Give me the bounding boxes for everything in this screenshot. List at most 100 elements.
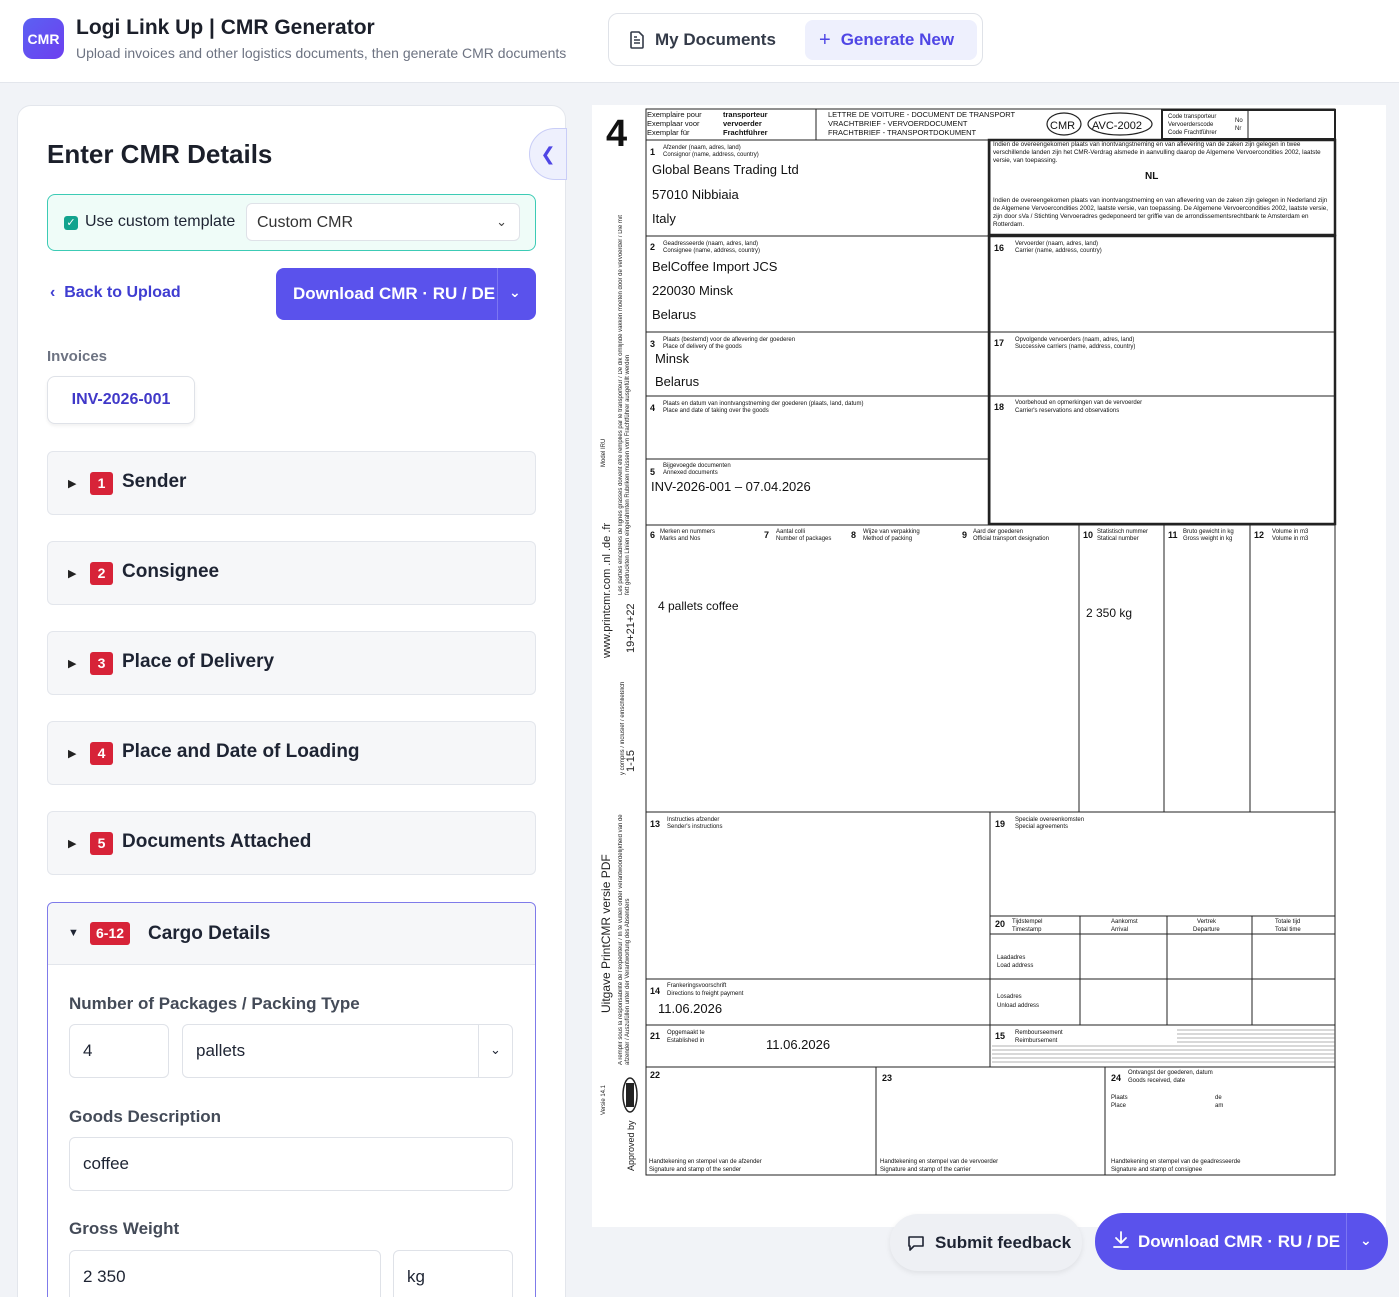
- timestamp-col: Departure: [1193, 927, 1220, 933]
- svg-text:14: 14: [650, 986, 660, 996]
- freight-payment-value: 11.06.2026: [658, 1001, 722, 1016]
- section-number: 5: [90, 832, 113, 855]
- plus-icon: +: [819, 28, 831, 51]
- signature-label: Handtekening en stempel van de afzender: [649, 1159, 762, 1165]
- document-icon: [630, 31, 644, 49]
- back-to-upload-label: Back to Upload: [64, 284, 181, 301]
- field-label: Consignor (name, address, country): [663, 152, 759, 158]
- field-label: Carrier (name, address, country): [1015, 248, 1102, 254]
- svg-text:24: 24: [1111, 1073, 1121, 1083]
- field-label: Statistisch nummer: [1097, 529, 1148, 535]
- signature-label: Signature and stamp of the sender: [649, 1167, 741, 1173]
- svg-text:11: 11: [1168, 530, 1178, 540]
- field-label: Special agreements: [1015, 824, 1068, 830]
- svg-text:13: 13: [650, 819, 660, 829]
- established-date-value: 11.06.2026: [766, 1037, 830, 1052]
- goods-description-input[interactable]: coffee: [69, 1137, 513, 1191]
- approved-label: Approved by: [626, 1120, 636, 1171]
- floating-download-cmr-button[interactable]: Download CMR · RU / DE ⌄: [1095, 1213, 1388, 1270]
- field-label: Tijdstempel: [1012, 919, 1042, 925]
- section-consignee[interactable]: ▶ 2 Consignee: [47, 541, 536, 605]
- cmr-clause-1: Indien de overeengekomen plaats van inon…: [993, 141, 1321, 164]
- nav-generate-new[interactable]: + Generate New: [805, 20, 977, 60]
- template-checkbox-label: Use custom template: [85, 213, 236, 230]
- chevron-down-icon[interactable]: ⌄: [1360, 1232, 1372, 1249]
- goods-line: 4 pallets coffee: [658, 599, 739, 613]
- gross-weight-input[interactable]: 2 350: [69, 1250, 381, 1297]
- section-title: Documents Attached: [122, 831, 312, 852]
- top-nav: My Documents + Generate New: [608, 13, 983, 66]
- svg-text:5: 5: [650, 467, 655, 477]
- field-label: Method of packing: [863, 536, 912, 542]
- section-title: Consignee: [122, 561, 220, 582]
- invoice-chip[interactable]: INV-2026-001: [47, 376, 195, 424]
- caret-right-icon: ▶: [68, 478, 77, 490]
- gross-weight-label: Gross Weight: [69, 1219, 180, 1238]
- svg-text:10: 10: [1083, 530, 1093, 540]
- download-icon: [1113, 1231, 1129, 1248]
- field-label: Instructies afzender: [667, 817, 719, 823]
- copy-number: 4: [606, 113, 627, 155]
- packing-type-value: pallets: [196, 1041, 246, 1060]
- svg-text:17: 17: [994, 338, 1004, 348]
- consignee-line: 220030 Minsk: [652, 283, 733, 298]
- date-label: am: [1215, 1103, 1223, 1109]
- section-sender[interactable]: ▶ 1 Sender: [47, 451, 536, 515]
- caret-down-icon: ▼: [68, 927, 79, 939]
- field-label: Statical number: [1097, 536, 1139, 542]
- field-label: Merken en nummers: [660, 529, 715, 535]
- place-label: Plaats: [1111, 1095, 1128, 1101]
- code-no-label: Nr: [1235, 126, 1241, 132]
- field-label: Reimbursement: [1015, 1038, 1058, 1044]
- app-logo: CMR: [23, 18, 64, 59]
- fields-label: 19+21+22: [625, 603, 637, 653]
- timestamp-col: Aankomst: [1111, 919, 1138, 925]
- section-place-date-loading[interactable]: ▶ 4 Place and Date of Loading: [47, 721, 536, 785]
- section-documents-attached[interactable]: ▶ 5 Documents Attached: [47, 811, 536, 875]
- field-label: Annexed documents: [663, 470, 718, 476]
- copy-for: Frachtführer: [723, 128, 768, 137]
- side-note: A remplir sous la responsabilité de l'ex…: [618, 814, 631, 1065]
- form-heading: Enter CMR Details: [47, 139, 273, 169]
- svg-text:8: 8: [851, 530, 856, 540]
- copy-label: Exemplar für: [647, 128, 690, 137]
- printcmr-url: www.printcmr.com .nl .de .fr: [601, 523, 613, 659]
- edition-label: Uitgave PrintCMR versie PDF: [599, 854, 613, 1013]
- field-label: Voorbehoud en opmerkingen van de vervoer…: [1015, 400, 1142, 406]
- section-number: 1: [90, 472, 113, 495]
- back-to-upload-link[interactable]: ‹ Back to Upload: [50, 284, 181, 302]
- section-place-of-delivery[interactable]: ▶ 3 Place of Delivery: [47, 631, 536, 695]
- field-label: Rembourseement: [1015, 1030, 1063, 1036]
- chevron-down-icon[interactable]: ⌄: [509, 284, 521, 301]
- field-label: Goods received, date: [1128, 1078, 1186, 1084]
- document-title: FRACHTBRIEF - TRANSPORTDOKUMENT: [828, 128, 976, 137]
- field-label: Opvolgende vervoerders (naam, adres, lan…: [1015, 337, 1134, 343]
- printcmr-logo: [622, 1077, 638, 1113]
- cargo-header[interactable]: ▼ 6-12 Cargo Details: [48, 903, 535, 965]
- field-label: Official transport designation: [973, 536, 1049, 542]
- delivery-line: Minsk: [655, 351, 689, 366]
- field-label: Speciale overeenkomsten: [1015, 817, 1084, 823]
- svg-text:15: 15: [995, 1031, 1005, 1041]
- svg-text:1: 1: [650, 147, 655, 157]
- chevron-down-icon: ⌄: [478, 1025, 512, 1077]
- field-label: Plaats (bestemd) voor de aflevering der …: [663, 337, 795, 343]
- template-checkbox[interactable]: ✓: [64, 216, 78, 230]
- packages-input[interactable]: 4: [69, 1024, 169, 1078]
- version-label: Versie 14.1: [601, 1084, 607, 1115]
- field-label: Place and date of taking over the goods: [663, 408, 769, 414]
- field-label: Losadres: [997, 994, 1022, 1000]
- field-label: Established in: [667, 1038, 704, 1044]
- side-note: Les parties encadrées de lignes grasses …: [618, 215, 631, 595]
- consignor-line: 57010 Nibbiaia: [652, 187, 740, 202]
- packing-type-select[interactable]: pallets ⌄: [182, 1024, 513, 1078]
- nav-my-documents[interactable]: My Documents: [617, 20, 797, 60]
- svg-text:19: 19: [995, 819, 1005, 829]
- section-number: 6-12: [90, 922, 131, 945]
- weight-unit-select[interactable]: kg: [393, 1250, 513, 1297]
- template-select[interactable]: Custom CMR ⌄: [246, 203, 520, 241]
- download-cmr-button[interactable]: Download CMR · RU / DE ⌄: [276, 268, 536, 320]
- svg-text:12: 12: [1254, 530, 1264, 540]
- svg-text:6: 6: [650, 530, 655, 540]
- submit-feedback-button[interactable]: Submit feedback: [890, 1214, 1082, 1271]
